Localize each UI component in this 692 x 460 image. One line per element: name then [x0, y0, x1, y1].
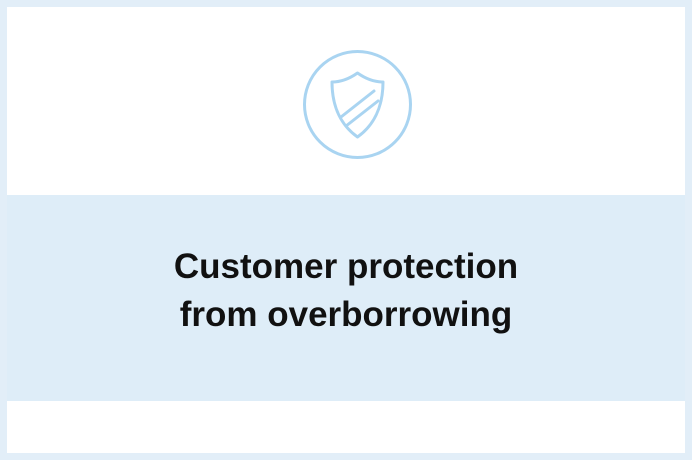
icon-section: [7, 7, 685, 195]
card-title: Customer protection from overborrowing: [7, 243, 685, 339]
card-footer: [7, 401, 685, 453]
feature-card: Customer protection from overborrowing: [0, 0, 692, 460]
card-title-line-1: Customer protection: [173, 247, 519, 286]
shield-icon: [302, 49, 413, 160]
card-title-line-2: from overborrowing: [179, 295, 513, 334]
title-band: Customer protection from overborrowing: [7, 195, 685, 401]
